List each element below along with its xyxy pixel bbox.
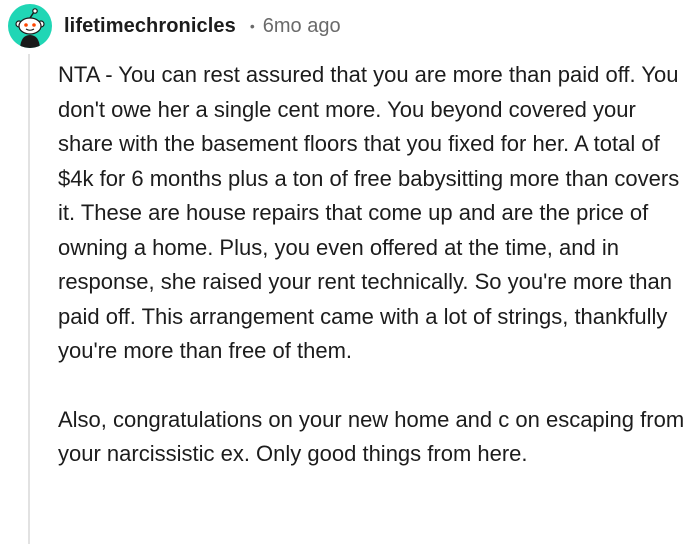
username-link[interactable]: lifetimechronicles: [64, 15, 236, 38]
separator-dot: •: [249, 18, 255, 34]
comment-header: lifetimechronicles • 6mo ago: [8, 4, 341, 48]
comment-timestamp[interactable]: 6mo ago: [263, 15, 341, 38]
comment-body: NTA - You can rest assured that you are …: [58, 58, 694, 472]
comment-paragraph: Also, congratulations on your new home a…: [58, 406, 685, 467]
thread-line[interactable]: [28, 54, 30, 544]
comment-paragraph: NTA - You can rest assured that you are …: [58, 62, 680, 363]
avatar[interactable]: [8, 4, 52, 48]
reddit-snoo-avatar-icon: [15, 8, 45, 48]
comment: lifetimechronicles • 6mo ago NTA - You c…: [0, 0, 700, 544]
